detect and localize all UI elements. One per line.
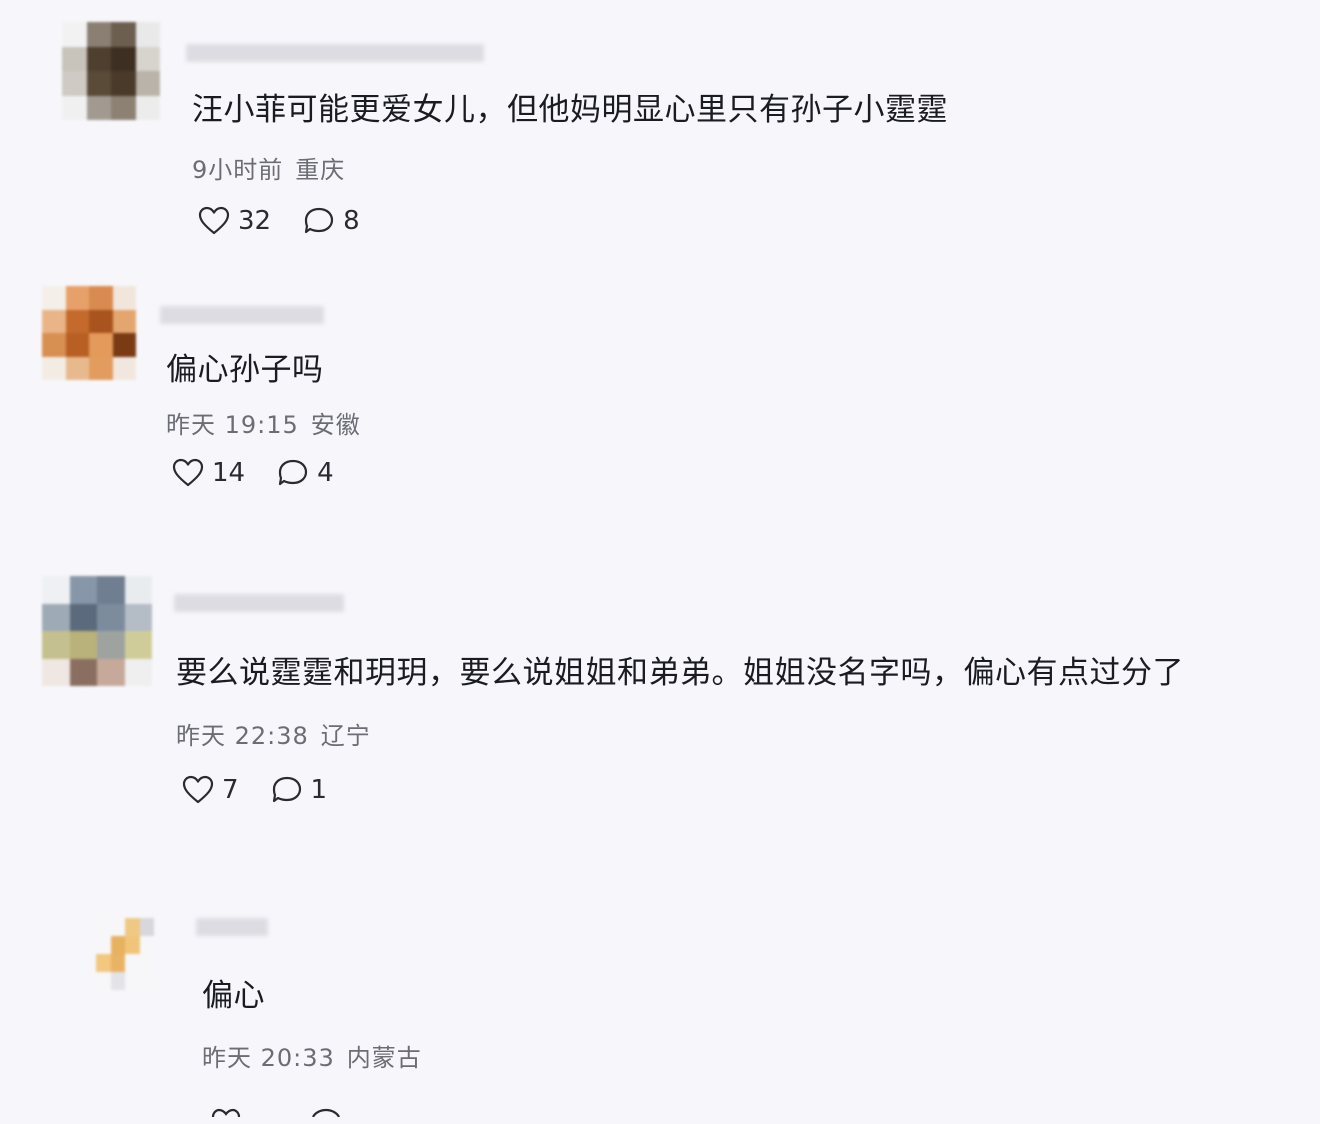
avatar-mosaic-cell xyxy=(96,954,111,972)
comment-item: 偏心 昨天 20:33 内蒙古 xyxy=(0,0,1320,1118)
avatar-mosaic-cell xyxy=(110,918,125,936)
avatar-mosaic-cell xyxy=(139,954,154,972)
username-blurred[interactable] xyxy=(196,918,268,936)
comment-text: 偏心 xyxy=(202,978,265,1014)
avatar-mosaic-cell xyxy=(110,972,125,990)
avatar-mosaic-cell xyxy=(125,972,140,990)
comment-actions xyxy=(210,1094,342,1124)
chat-bubble-icon[interactable] xyxy=(310,1107,342,1118)
avatar-mosaic-cell xyxy=(139,936,154,954)
comment-time: 昨天 20:33 xyxy=(202,1044,335,1072)
avatar-mosaic-cell xyxy=(110,954,125,972)
avatar-mosaic-cell xyxy=(96,918,111,936)
comment-meta: 昨天 20:33 内蒙古 xyxy=(202,1038,422,1073)
avatar-mosaic-cell xyxy=(125,936,140,954)
avatar-mosaic-cell xyxy=(139,918,154,936)
heart-outline-icon[interactable] xyxy=(210,1107,242,1118)
avatar[interactable] xyxy=(96,918,154,990)
comment-location: 内蒙古 xyxy=(346,1044,422,1072)
avatar-mosaic-cell xyxy=(96,972,111,990)
avatar-mosaic-cell xyxy=(125,918,140,936)
avatar-mosaic-cell xyxy=(110,936,125,954)
avatar-mosaic-cell xyxy=(125,954,140,972)
avatar-mosaic-cell xyxy=(96,936,111,954)
avatar-mosaic-cell xyxy=(139,972,154,990)
